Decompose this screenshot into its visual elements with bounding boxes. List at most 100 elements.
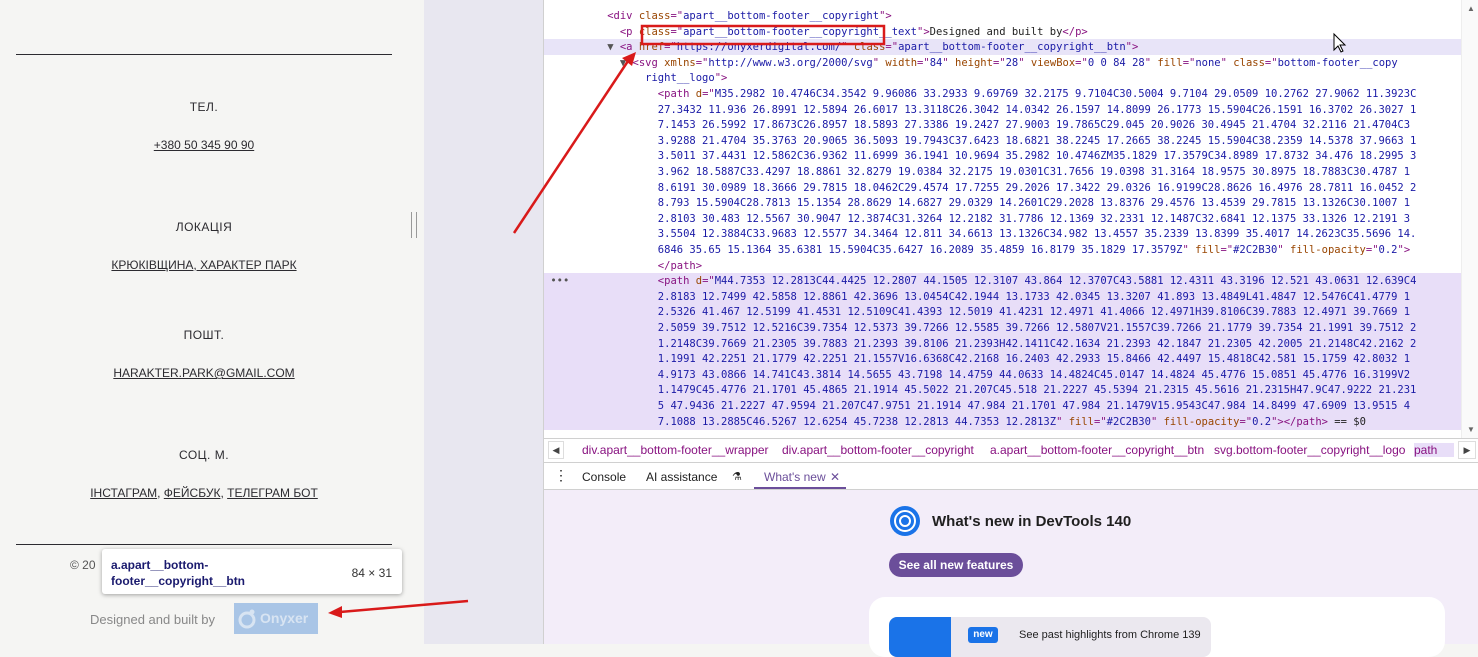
tooltip-size: 84 × 31 (351, 566, 392, 580)
designed-by-text: Designed and built by (90, 612, 216, 627)
scroll-up-icon[interactable]: ▲ (1467, 4, 1475, 13)
drawer-menu-icon[interactable]: ⋮ (554, 467, 568, 484)
location-link[interactable]: КРЮКІВЩИНА, ХАРАКТЕР ПАРК (111, 258, 296, 272)
dom-tree-line[interactable]: 8.6191 30.0989 18.3666 29.7815 18.0462C2… (544, 180, 1462, 196)
dom-token: 7.1088 13.2885C46.5267 12.6254 45.7238 1… (657, 415, 1057, 428)
close-icon[interactable]: ✕ (830, 470, 840, 484)
dom-tree-line[interactable]: 1.1991 42.2251 21.1779 42.2251 21.1557V1… (544, 351, 1462, 368)
elements-tree[interactable]: <div class="apart__bottom-footer__copyri… (544, 0, 1462, 438)
onyxer-logo-icon (238, 609, 256, 629)
dom-token: class (638, 10, 671, 22)
dom-token: height (955, 56, 993, 69)
dom-token: fill-opacity (1290, 244, 1366, 256)
onyxer-logo-link[interactable]: Onyxer (234, 603, 318, 634)
tab-ai-assistance[interactable]: AI assistance (646, 470, 717, 484)
dom-tree-line[interactable]: ••• <path d="M44.7353 12.2813C44.4425 12… (544, 273, 1462, 290)
dom-tree-line[interactable]: 2.5326 41.467 12.5199 41.4531 12.5109C41… (544, 304, 1462, 321)
dom-tree-indent (544, 384, 658, 396)
tab-console[interactable]: Console (582, 470, 626, 484)
dom-tree-line[interactable]: 7.1453 26.5992 17.8673C26.8957 18.5893 2… (544, 117, 1462, 133)
dom-token: " (942, 56, 955, 69)
dom-tree-line[interactable]: <div class="apart__bottom-footer__copyri… (544, 8, 1462, 24)
dom-token: =" (1094, 415, 1107, 428)
dom-token: <div (607, 10, 639, 22)
dom-tree-line[interactable]: 2.5059 39.7512 12.5216C39.7354 12.5373 3… (544, 320, 1462, 336)
breadcrumb-item[interactable]: a.apart__bottom-footer__copyright__btn (990, 443, 1204, 457)
location-label: ЛОКАЦІЯ (175, 220, 233, 234)
telegram-bot-link[interactable]: ТЕЛЕГРАМ БОТ (227, 486, 318, 500)
dom-tree-line[interactable]: <p class="apart__bottom-footer__copyrigh… (544, 24, 1462, 40)
dom-token: xmlns (664, 56, 696, 69)
phone-link[interactable]: +380 50 345 90 90 (154, 138, 254, 152)
dom-tree-line[interactable]: 2.8103 30.483 12.5567 30.9047 12.3874C31… (544, 211, 1462, 227)
tab-whats-new[interactable]: What's new (764, 470, 826, 484)
dom-tree-indent (544, 10, 607, 22)
dom-tree-line[interactable]: 5 47.9436 21.2227 47.9594 21.207C47.9751… (544, 398, 1462, 414)
dom-tree-line[interactable]: 2.8183 12.7499 42.5858 12.8861 42.3696 1… (544, 288, 1462, 305)
dom-token: 6846 35.65 15.1364 35.6381 15.5904C35.64… (657, 244, 1183, 256)
dom-token: https://onyxerdigital.com/ (676, 41, 842, 54)
dom-token: =" (670, 25, 684, 38)
facebook-link[interactable]: ФЕЙСБУК (164, 486, 221, 500)
dom-token: <p (619, 25, 639, 38)
onyxer-logo-text: Onyxer (260, 610, 309, 626)
dom-tree-line[interactable]: right__logo"> (544, 70, 1462, 86)
dom-tree-indent (544, 197, 658, 209)
social-separator: , (157, 486, 161, 500)
resize-handle[interactable] (411, 212, 417, 238)
instagram-link[interactable]: ІНСТАГРАМ (90, 486, 157, 500)
dom-token: " (1182, 244, 1196, 256)
whats-new-title: What's new in DevTools 140 (932, 513, 1132, 530)
dom-tree-line[interactable]: 1.2148C39.7669 21.2305 39.7883 21.2393 3… (544, 335, 1462, 352)
dom-tree-line[interactable]: 3.962 18.5887C33.4297 18.8861 32.8279 19… (544, 164, 1462, 180)
dom-tree-indent (544, 338, 658, 350)
breadcrumb-item-active[interactable]: path (1414, 443, 1454, 457)
dom-tree-indent (544, 104, 658, 116)
dom-token: Designed and built by (929, 25, 1063, 38)
dom-token: </path> (657, 259, 703, 272)
dom-tree-line[interactable]: ▼ <a href="https://onyxerdigital.com/" c… (544, 39, 1462, 56)
dom-tree-line[interactable]: 1.1479C45.4776 21.1701 45.4865 21.1914 4… (544, 382, 1462, 399)
breadcrumb-item[interactable]: svg.bottom-footer__copyright__logo (1214, 443, 1405, 457)
dom-token: =" (917, 56, 930, 69)
breadcrumb-item[interactable]: div.apart__bottom-footer__copyright (782, 443, 974, 457)
dom-tree-indent (544, 135, 658, 147)
elements-scrollbar[interactable]: ▲ ▼ (1461, 0, 1478, 438)
dom-tree-line[interactable]: </path> (544, 258, 1462, 274)
email-link[interactable]: HARAKTER.PARK@GMAIL.COM (113, 366, 294, 380)
dom-tree-line[interactable]: <path d="M35.2982 10.4746C34.3542 9.9608… (544, 86, 1462, 102)
devtools-panel: <div class="apart__bottom-footer__copyri… (543, 0, 1478, 657)
dom-token: 0.2 (1252, 415, 1272, 428)
dom-tree-line[interactable]: ▼ <svg xmlns="http://www.w3.org/2000/svg… (544, 55, 1462, 71)
website-preview: ТЕЛ. +380 50 345 90 90 ЛОКАЦІЯ КРЮКІВЩИН… (0, 0, 424, 644)
dom-tree-line[interactable]: 8.793 15.5904C28.7813 15.1354 28.8629 14… (544, 195, 1462, 211)
dom-tree-indent (544, 213, 658, 225)
breadcrumb-item[interactable]: div.apart__bottom-footer__wrapper (582, 443, 769, 457)
dom-token: "> (917, 25, 930, 38)
see-all-features-button[interactable]: See all new features (889, 553, 1023, 577)
dom-tree-line[interactable]: 4.9173 43.0866 14.741C43.3814 14.5655 43… (544, 366, 1462, 383)
social-links: ІНСТАГРАМ, ФЕЙСБУК, ТЕЛЕГРАМ БОТ (0, 486, 408, 500)
dom-tree-indent: ••• (544, 275, 658, 288)
dom-tree-indent (544, 322, 658, 334)
dom-tree-line[interactable]: 27.3432 11.936 26.8991 12.5894 26.6017 1… (544, 102, 1462, 118)
dom-tree-line[interactable]: 3.5504 12.3884C33.9683 12.5577 34.3464 1… (544, 226, 1462, 242)
dom-tree-indent (544, 119, 658, 131)
highlight-item[interactable]: new See past highlights from Chrome 139 (889, 617, 1211, 657)
dom-token: 28 (1005, 56, 1019, 69)
dom-tree-line[interactable]: 3.5011 37.4431 12.5862C36.9362 11.6999 3… (544, 148, 1462, 164)
breadcrumb-scroll-left-icon[interactable]: ◀ (548, 441, 564, 459)
divider (16, 544, 392, 545)
dom-token: " (1150, 415, 1164, 428)
dom-tree-indent (544, 400, 658, 412)
dom-token: " (841, 41, 854, 54)
dom-tree-line[interactable]: 6846 35.65 15.1364 35.6381 15.5904C35.64… (544, 242, 1462, 258)
phone-label: ТЕЛ. (189, 100, 219, 114)
dom-token: "> (1125, 41, 1139, 54)
dom-tree-indent (544, 72, 645, 84)
breadcrumb-scroll-right-icon[interactable]: ▶ (1458, 441, 1476, 459)
dom-tree-line[interactable]: 3.9288 21.4704 35.3763 20.9065 36.5093 1… (544, 133, 1462, 149)
scroll-down-icon[interactable]: ▼ (1467, 425, 1475, 434)
dom-tree-line[interactable]: 7.1088 13.2885C46.5267 12.6254 45.7238 1… (544, 413, 1462, 430)
dom-tree-indent (544, 166, 658, 178)
